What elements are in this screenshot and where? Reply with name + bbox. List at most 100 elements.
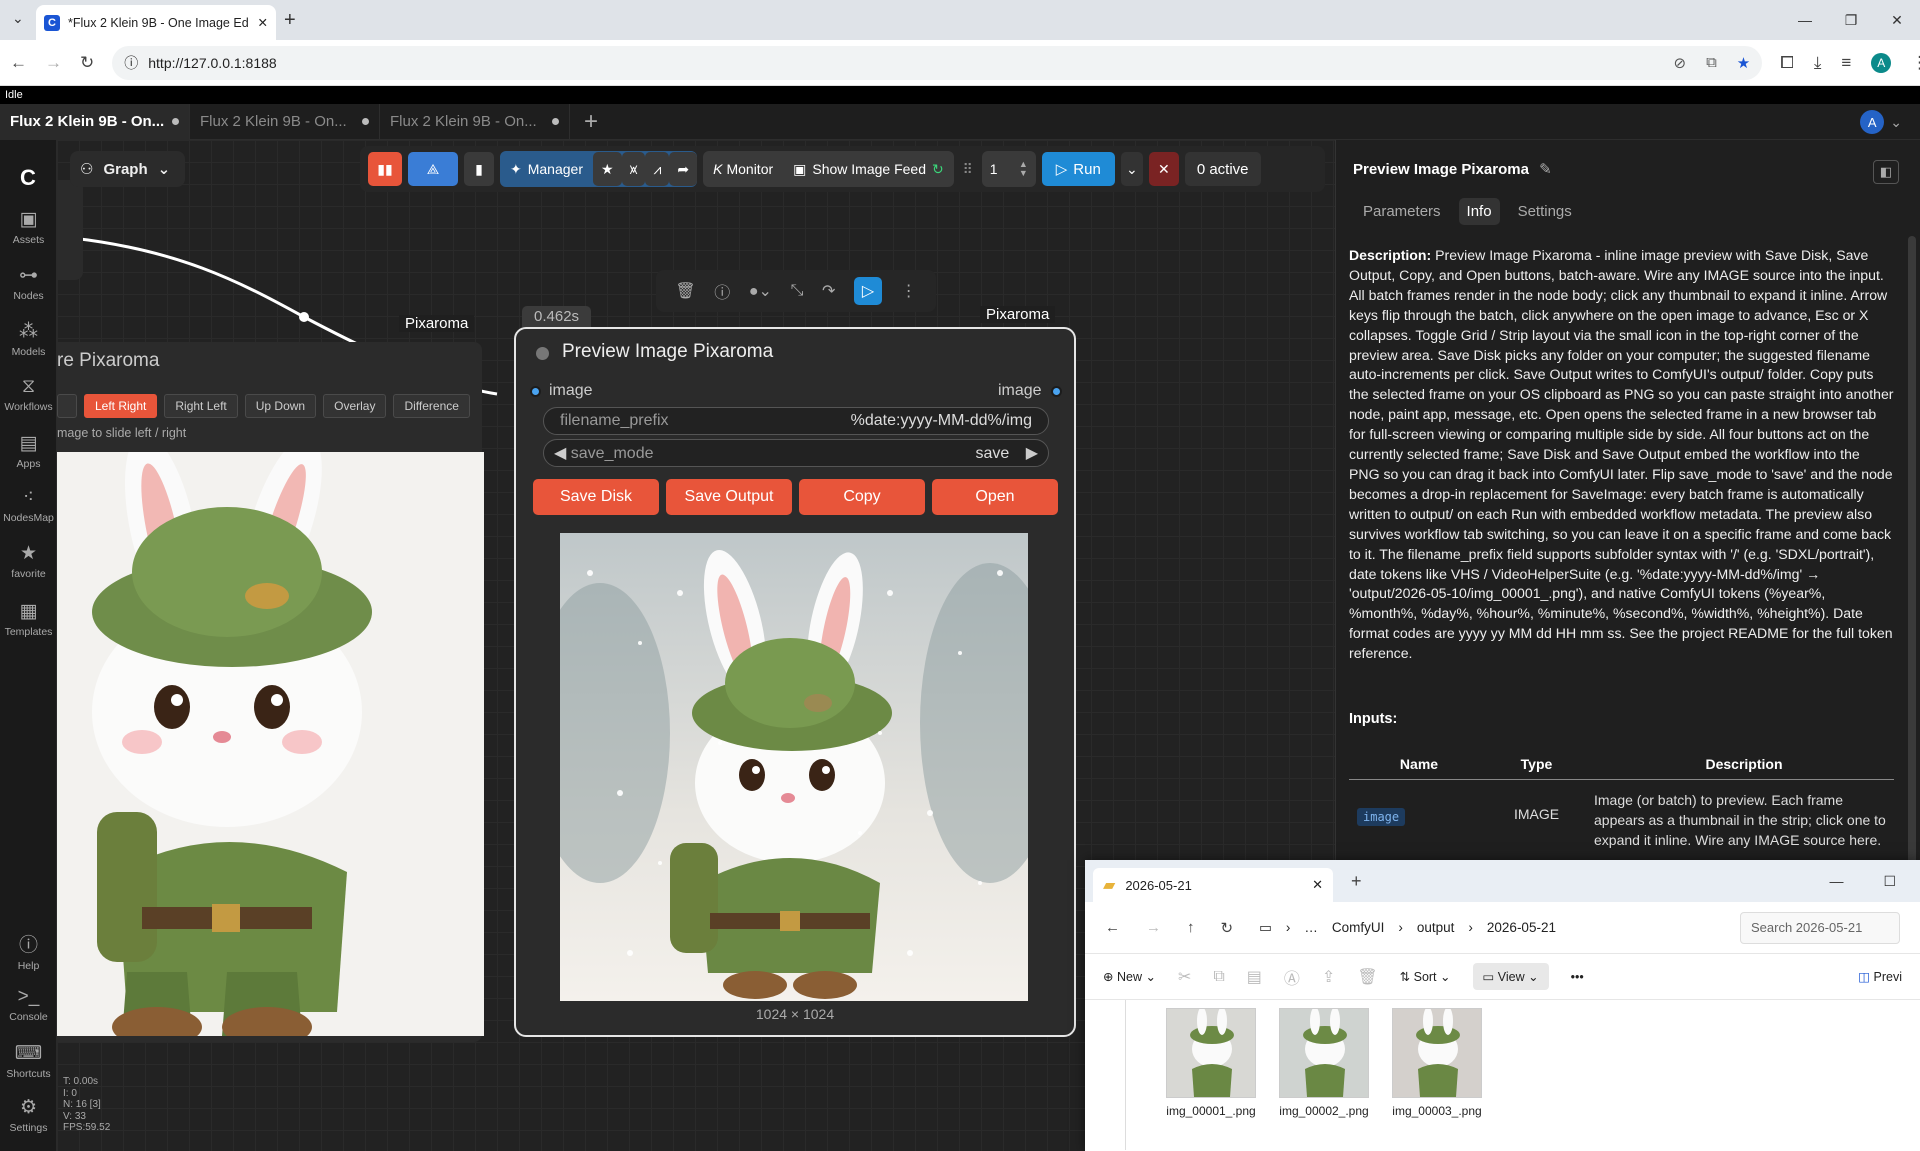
- unsaved-dot-icon[interactable]: [362, 118, 369, 125]
- sort-button[interactable]: ⇅ Sort ⌄: [1400, 969, 1451, 984]
- preview-image[interactable]: [560, 533, 1028, 1001]
- cancel-run-icon[interactable]: ✕: [1148, 152, 1179, 186]
- collapse-icon[interactable]: ⤡: [791, 282, 804, 300]
- share-icon[interactable]: ⇪: [1322, 967, 1335, 987]
- active-queue-badge[interactable]: 0 active: [1184, 152, 1261, 186]
- unsaved-dot-icon[interactable]: [552, 118, 559, 125]
- output-slot-dot[interactable]: [1051, 386, 1062, 397]
- sidebar-item-workflows[interactable]: ⧖ Workflows: [0, 376, 57, 413]
- more-options-icon[interactable]: •••: [1571, 970, 1584, 984]
- delete-icon[interactable]: 🗑: [675, 281, 695, 301]
- copy-button[interactable]: Copy: [799, 479, 925, 515]
- breadcrumb[interactable]: ▭ › … ComfyUI › output › 2026-05-21: [1259, 920, 1556, 936]
- maximize-icon[interactable]: ☐: [1883, 873, 1896, 890]
- queue-count-stepper[interactable]: 1 ▲ ▼: [981, 151, 1036, 187]
- view-button[interactable]: ▭ View ⌄: [1472, 963, 1549, 990]
- explorer-search-input[interactable]: Search 2026-05-21: [1740, 911, 1900, 944]
- downloads-icon[interactable]: ⤓: [1814, 53, 1822, 73]
- node-stub[interactable]: [57, 180, 83, 280]
- sidebar-item-favorite[interactable]: ★ favorite: [0, 542, 57, 580]
- pixaroma-logo-icon[interactable]: ⟁: [408, 152, 458, 186]
- new-tab-icon[interactable]: +: [284, 9, 296, 32]
- cut-icon[interactable]: ✂: [1178, 967, 1191, 987]
- drag-handle-icon[interactable]: ⠿: [960, 152, 976, 186]
- tab-info[interactable]: Info: [1458, 198, 1500, 225]
- add-workflow-icon[interactable]: +: [584, 108, 598, 136]
- explorer-tab[interactable]: ▰ 2026-05-21 ✕: [1093, 868, 1333, 902]
- compare-mode-button[interactable]: Up Down: [244, 394, 317, 418]
- workflow-tab[interactable]: Flux 2 Klein 9B - On...: [380, 103, 570, 140]
- sidebar-item-settings[interactable]: ⚙ Settings: [0, 1096, 57, 1134]
- new-tab-icon[interactable]: +: [1351, 871, 1362, 892]
- sidebar-item-shortcuts[interactable]: ⌨ Shortcuts: [0, 1042, 57, 1080]
- tab-settings[interactable]: Settings: [1510, 198, 1580, 225]
- more-icon[interactable]: …: [1304, 920, 1318, 935]
- save-disk-button[interactable]: Save Disk: [533, 479, 659, 515]
- install-app-icon[interactable]: ⧉: [1706, 54, 1717, 72]
- color-picker-icon[interactable]: ●⌄: [749, 281, 772, 301]
- sidebar-item-console[interactable]: >_ Console: [0, 986, 57, 1023]
- rename-icon[interactable]: Ⓐ: [1284, 965, 1300, 989]
- delete-icon[interactable]: 🗑: [1357, 967, 1377, 987]
- back-icon[interactable]: ←: [1105, 919, 1120, 936]
- close-tab-icon[interactable]: ✕: [1312, 877, 1323, 893]
- sidebar-item-assets[interactable]: ▣ Assets: [0, 208, 57, 246]
- compare-mode-button[interactable]: Overlay: [323, 394, 387, 418]
- bookmark-star-icon[interactable]: ★: [1737, 54, 1750, 72]
- address-bar[interactable]: ⓘ http://127.0.0.1:8188 ⊘ ⧉ ★: [112, 45, 1763, 80]
- file-item[interactable]: img_00003_.png: [1387, 1008, 1487, 1118]
- favorite-icon[interactable]: ★: [593, 152, 622, 186]
- sidebar-item-apps[interactable]: ▤ Apps: [0, 432, 57, 470]
- tab-parameters[interactable]: Parameters: [1355, 198, 1449, 225]
- pixaroma-audio-icon[interactable]: ▮▮: [368, 152, 402, 186]
- breadcrumb-item[interactable]: output: [1417, 920, 1455, 935]
- workflow-tab[interactable]: Flux 2 Klein 9B - On...: [190, 103, 380, 140]
- browser-tab[interactable]: C *Flux 2 Klein 9B - One Image Ed ✕: [36, 5, 276, 40]
- node-collapse-dot[interactable]: [536, 347, 549, 360]
- preview-pane-button[interactable]: ◫ Previ: [1858, 969, 1902, 984]
- panel-scrollbar[interactable]: [1908, 236, 1916, 876]
- run-options-chevron-icon[interactable]: ⌄: [1120, 152, 1143, 186]
- sidebar-item-nodes[interactable]: ⊶ Nodes: [0, 264, 57, 302]
- forward-icon[interactable]: →: [1146, 919, 1161, 936]
- compare-mode-button[interactable]: Right Left: [164, 394, 238, 418]
- workflow-tab[interactable]: Flux 2 Klein 9B - On...: [0, 103, 190, 140]
- compare-mode-button[interactable]: Left Right: [84, 394, 158, 418]
- filename-prefix-field[interactable]: filename_prefix %date:yyyy-MM-dd%/img: [543, 407, 1049, 435]
- sidebar-item-nodesmap[interactable]: ⁖ NodesMap: [0, 486, 57, 524]
- account-menu[interactable]: A ⌄: [1860, 110, 1902, 134]
- sidebar-item-models[interactable]: ⁂ Models: [0, 320, 57, 358]
- paste-icon[interactable]: ▤: [1247, 967, 1262, 987]
- minimize-icon[interactable]: —: [1782, 0, 1828, 40]
- close-tab-icon[interactable]: ✕: [258, 15, 268, 30]
- close-window-icon[interactable]: ✕: [1874, 0, 1920, 40]
- tab-list-chevron-icon[interactable]: ⌄: [12, 10, 24, 27]
- graph-view-button[interactable]: ⚇ Graph ⌄: [70, 151, 185, 187]
- nav-pane-divider[interactable]: [1125, 1000, 1126, 1150]
- save-mode-combo[interactable]: ◀ save_mode save ▶: [543, 439, 1049, 467]
- restore-icon[interactable]: ❐: [1828, 0, 1874, 40]
- sidebar-item-help[interactable]: ⓘ Help: [0, 930, 57, 972]
- mountain-icon[interactable]: ⩙: [621, 152, 646, 186]
- file-item[interactable]: img_00001_.png: [1161, 1008, 1261, 1118]
- compare-mode-button[interactable]: Difference: [393, 394, 470, 418]
- more-options-icon[interactable]: ⋮: [901, 281, 917, 301]
- breadcrumb-item[interactable]: 2026-05-21: [1487, 920, 1556, 935]
- show-image-feed-button[interactable]: ▣ Show Image Feed ↻: [783, 152, 954, 186]
- profile-avatar[interactable]: A: [1871, 52, 1892, 73]
- monitor-button[interactable]: K Monitor: [703, 152, 783, 186]
- back-icon[interactable]: ←: [10, 53, 27, 73]
- execute-node-icon[interactable]: ▷: [854, 277, 883, 305]
- comfy-logo-icon[interactable]: C: [20, 165, 36, 191]
- open-button[interactable]: Open: [932, 479, 1058, 515]
- compare-image[interactable]: [57, 452, 484, 1036]
- menu-icon[interactable]: ⋮: [1911, 53, 1920, 73]
- breadcrumb-item[interactable]: ComfyUI: [1332, 920, 1385, 935]
- manager-button[interactable]: ✦ Manager: [500, 152, 593, 186]
- toggle-panel-icon[interactable]: ◧: [1873, 160, 1899, 184]
- bookmark-icon[interactable]: ▮: [464, 152, 494, 186]
- no-tracking-icon[interactable]: ⊘: [1674, 54, 1687, 72]
- reading-list-icon[interactable]: ≡: [1841, 53, 1851, 73]
- refresh-icon[interactable]: ↻: [1221, 919, 1234, 937]
- arrow-right-icon[interactable]: ▶: [1026, 445, 1038, 462]
